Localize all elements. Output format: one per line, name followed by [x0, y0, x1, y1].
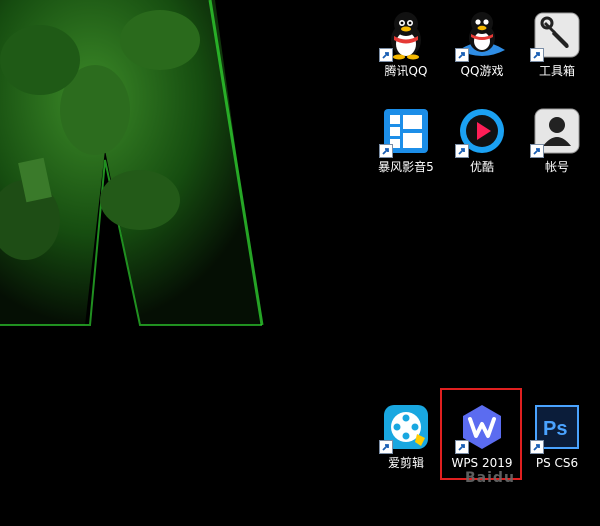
qq-penguin-icon	[379, 10, 431, 62]
desktop-icon-youku[interactable]: 优酷	[447, 106, 517, 174]
desktop-icon-toolbox[interactable]: 工具箱	[522, 10, 592, 78]
aijianji-film-icon	[379, 402, 431, 454]
svg-text:Ps: Ps	[543, 418, 567, 440]
shortcut-arrow-icon	[455, 48, 469, 62]
desktop-icon-qq[interactable]: 腾讯QQ	[371, 10, 441, 78]
desktop-icon-qq-game[interactable]: QQ游戏	[447, 10, 517, 78]
icon-label: 腾讯QQ	[384, 64, 428, 78]
icon-label: 爱剪辑	[387, 456, 424, 470]
toolbox-wrench-icon	[530, 10, 582, 62]
icon-label: 帐号	[544, 160, 569, 174]
icon-label: 工具箱	[538, 64, 575, 78]
icon-label: 暴风影音5	[378, 160, 434, 174]
watermark: Baidu	[465, 470, 515, 486]
shortcut-arrow-icon	[379, 48, 393, 62]
shortcut-arrow-icon	[455, 144, 469, 158]
shortcut-arrow-icon	[530, 440, 544, 454]
desktop-icon-baofeng[interactable]: 暴风影音5	[371, 106, 441, 174]
qq-game-penguin-icon	[455, 10, 507, 62]
shortcut-arrow-icon	[379, 440, 393, 454]
shortcut-arrow-icon	[379, 144, 393, 158]
shortcut-arrow-icon	[530, 48, 544, 62]
selection-highlight-box	[440, 388, 522, 480]
icon-label: 优酷	[469, 160, 494, 174]
youku-play-icon	[455, 106, 507, 158]
desktop-icon-account[interactable]: 帐号	[522, 106, 592, 174]
icon-label: QQ游戏	[460, 64, 504, 78]
account-user-icon	[530, 106, 582, 158]
baofeng-player-icon	[379, 106, 431, 158]
desktop-icon-photoshop[interactable]: Ps PS CS6	[522, 402, 592, 470]
photoshop-icon: Ps	[530, 402, 582, 454]
desktop-icon-aijianji[interactable]: 爱剪辑	[371, 402, 441, 470]
icon-label: PS CS6	[535, 456, 579, 470]
shortcut-arrow-icon	[530, 144, 544, 158]
